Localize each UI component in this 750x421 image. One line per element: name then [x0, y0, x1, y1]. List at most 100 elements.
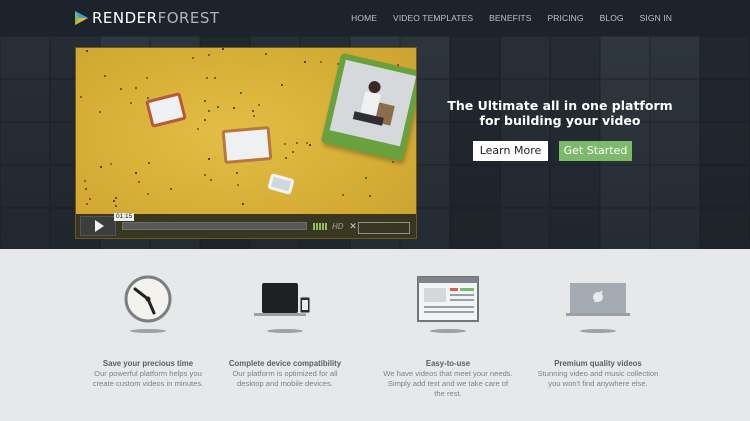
- feature-title: Easy-to-use: [425, 359, 471, 368]
- hd-toggle[interactable]: HD: [332, 222, 344, 231]
- get-started-button[interactable]: Get Started: [559, 141, 632, 161]
- feature-desc: Stunning video and music collection: [537, 369, 659, 378]
- play-icon: [94, 220, 104, 232]
- feature-desc: Simply add text and we take care of: [387, 379, 509, 388]
- feature-premium-quality: Premium quality videos Stunning video an…: [528, 275, 668, 389]
- brand-logo[interactable]: RENDERFOREST: [75, 9, 220, 27]
- brand-name: RENDERFOREST: [92, 9, 220, 27]
- nav-blog[interactable]: BLOG: [600, 13, 624, 23]
- feature-title: Complete device compatibility: [228, 359, 342, 368]
- feature-title: Save your precious time: [102, 359, 194, 368]
- confetti-dot: [306, 142, 308, 144]
- confetti-dot: [135, 87, 137, 89]
- nav-links: HOME VIDEO TEMPLATES BENEFITS PRICING BL…: [335, 0, 672, 36]
- feature-save-time: Save your precious time Our powerful pla…: [78, 275, 218, 389]
- confetti-dot: [192, 57, 194, 59]
- confetti-dot: [84, 180, 86, 182]
- nav-benefits[interactable]: BENEFITS: [489, 13, 531, 23]
- top-navbar: RENDERFOREST HOME VIDEO TEMPLATES BENEFI…: [0, 0, 750, 36]
- feature-title: Premium quality videos: [554, 359, 642, 368]
- photo-frame-medium: [221, 125, 273, 165]
- feature-desc: Our powerful platform helps you: [94, 369, 202, 378]
- feature-desc: the rest.: [434, 389, 462, 398]
- video-scrubber[interactable]: [122, 222, 307, 230]
- confetti-dot: [281, 84, 283, 86]
- confetti-dot: [99, 111, 101, 113]
- confetti-dot: [365, 177, 367, 179]
- scene-figures-icon: [329, 59, 416, 147]
- confetti-dot: [320, 61, 322, 63]
- nav-sign-in[interactable]: SIGN IN: [640, 13, 672, 23]
- nav-pricing[interactable]: PRICING: [548, 13, 584, 23]
- confetti-dot: [197, 128, 199, 130]
- feature-desc: you won't find anywhere else.: [548, 379, 648, 388]
- confetti-dot: [210, 179, 212, 181]
- play-logo-icon: [75, 11, 88, 25]
- confetti-dot: [104, 75, 106, 77]
- confetti-dot: [265, 53, 267, 55]
- confetti-dot: [217, 106, 219, 108]
- player-watermark-icon: [358, 222, 410, 234]
- confetti-dot: [236, 172, 238, 174]
- browser-window-icon: [417, 276, 479, 322]
- feature-desc: We have videos that meet your needs.: [383, 369, 513, 378]
- confetti-dot: [242, 203, 244, 205]
- confetti-dot: [204, 100, 206, 102]
- confetti-dot: [253, 115, 255, 117]
- learn-more-button[interactable]: Learn More: [473, 141, 548, 161]
- confetti-dot: [284, 143, 286, 145]
- clock-icon: [124, 275, 172, 323]
- fullscreen-icon[interactable]: ✕: [349, 221, 358, 231]
- confetti-dot: [80, 96, 82, 98]
- nav-video-templates[interactable]: VIDEO TEMPLATES: [393, 13, 473, 23]
- video-timestamp: 01:15: [114, 213, 135, 221]
- confetti-dot: [110, 163, 112, 165]
- confetti-dot: [115, 197, 117, 199]
- confetti-dot: [342, 194, 344, 196]
- feature-desc: Our platform is optimized for all: [232, 369, 338, 378]
- promo-video-player[interactable]: HD ✕: [75, 47, 417, 239]
- confetti-dot: [240, 92, 242, 94]
- confetti-dot: [214, 77, 216, 79]
- confetti-dot: [233, 107, 235, 109]
- confetti-dot: [130, 102, 132, 104]
- confetti-dot: [138, 181, 140, 183]
- nav-home[interactable]: HOME: [351, 13, 377, 23]
- confetti-dot: [309, 144, 311, 146]
- confetti-dot: [237, 184, 239, 186]
- monitor-icon: [566, 283, 630, 316]
- confetti-dot: [292, 151, 294, 153]
- confetti-dot: [148, 162, 150, 164]
- volume-icon[interactable]: [313, 222, 327, 230]
- confetti-dot: [204, 119, 206, 121]
- confetti-dot: [170, 188, 172, 190]
- confetti-dot: [369, 195, 371, 197]
- devices-icon: [254, 283, 311, 316]
- feature-device-compat: Complete device compatibility Our platfo…: [215, 275, 355, 389]
- confetti-dot: [304, 61, 306, 63]
- confetti-dot: [120, 88, 122, 90]
- confetti-dot: [86, 50, 88, 52]
- confetti-dot: [208, 54, 210, 56]
- hero-headline: The Ultimate all in one platform for bui…: [447, 98, 673, 128]
- confetti-dot: [206, 77, 208, 79]
- confetti-dot: [113, 200, 115, 202]
- confetti-dot: [147, 193, 149, 195]
- confetti-dot: [208, 158, 210, 160]
- feature-desc: desktop and mobile devices.: [237, 379, 333, 388]
- confetti-dot: [392, 161, 394, 163]
- feature-easy-to-use: Easy-to-use We have videos that meet you…: [378, 275, 518, 399]
- confetti-dot: [222, 48, 224, 50]
- confetti-dot: [296, 142, 298, 144]
- play-button[interactable]: [80, 216, 116, 236]
- confetti-dot: [146, 77, 148, 79]
- confetti-dot: [86, 203, 88, 205]
- confetti-dot: [208, 110, 210, 112]
- confetti-dot: [100, 166, 102, 168]
- confetti-dot: [89, 198, 91, 200]
- confetti-dot: [204, 174, 206, 176]
- confetti-dot: [285, 157, 287, 159]
- confetti-dot: [135, 172, 137, 174]
- confetti-dot: [252, 110, 254, 112]
- confetti-dot: [85, 188, 87, 190]
